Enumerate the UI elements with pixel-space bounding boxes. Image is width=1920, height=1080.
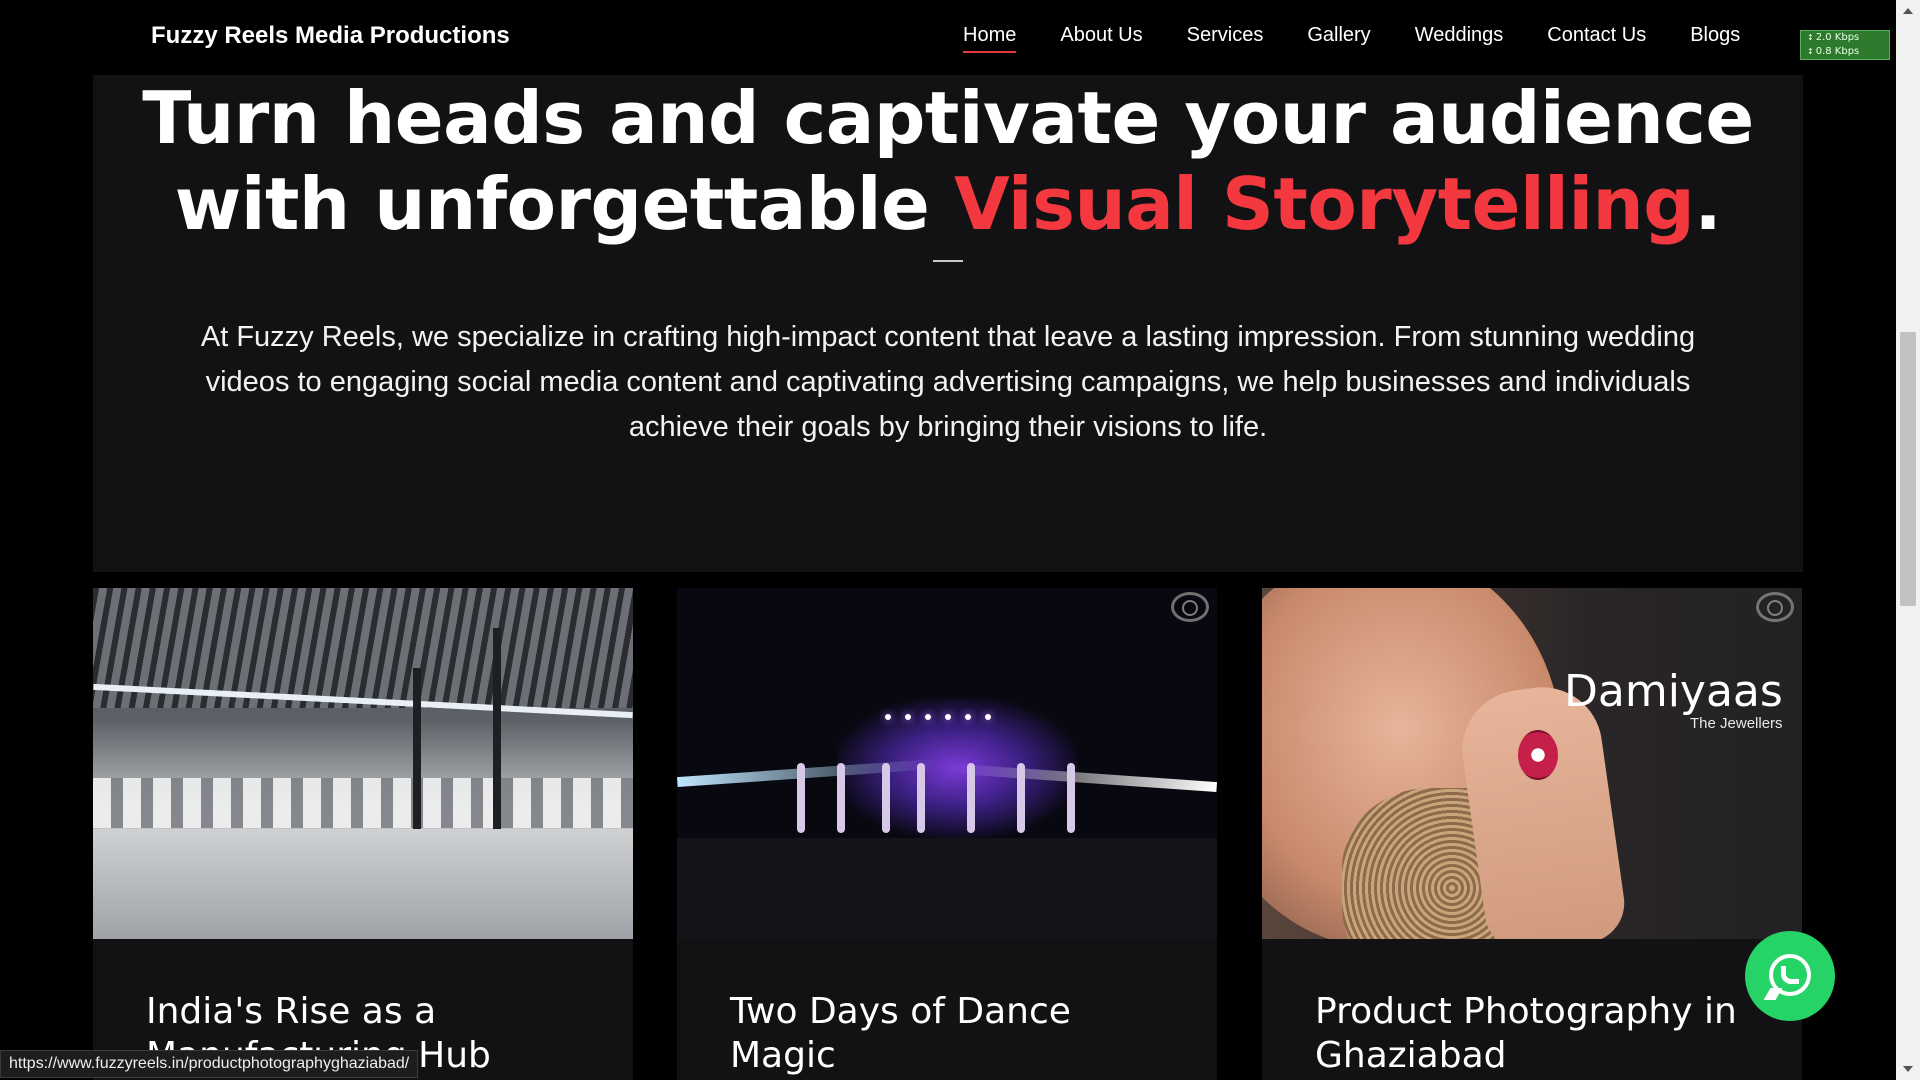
hero-title-period: . — [1694, 162, 1722, 246]
hero-title-accent: Visual Storytelling — [953, 162, 1695, 246]
hero-title: Turn heads and captivate your audience w… — [93, 75, 1803, 247]
hero-divider — [933, 260, 963, 262]
nav-link-blogs[interactable]: Blogs — [1690, 24, 1740, 53]
nav-links: Home About Us Services Gallery Weddings … — [963, 24, 1784, 53]
hero-section: Turn heads and captivate your audience w… — [93, 75, 1803, 572]
blog-card-title[interactable]: Product Photography in Ghaziabad — [1315, 990, 1755, 1078]
image-brand-text: Damiyaas — [1564, 666, 1783, 717]
scroll-up-arrow-icon[interactable] — [1903, 8, 1913, 14]
blog-card-title[interactable]: Two Days of Dance Magic — [730, 990, 1170, 1078]
site-brand[interactable]: Fuzzy Reels Media Productions — [151, 22, 510, 50]
hero-title-line-2: with unforgettable Visual Storytelling. — [93, 161, 1803, 247]
image-brand-subtext: The Jewellers — [1690, 715, 1783, 732]
blog-card-dance[interactable]: Two Days of Dance Magic — [677, 588, 1217, 1080]
phone-icon — [1781, 966, 1799, 984]
browser-status-url: https://www.fuzzyreels.in/productphotogr… — [0, 1050, 419, 1078]
network-speed-widget: 2.0 Kbps 0.8 Kbps — [1800, 30, 1890, 60]
nav-link-services[interactable]: Services — [1187, 24, 1264, 53]
top-navbar: Fuzzy Reels Media Productions Home About… — [0, 0, 1896, 75]
blog-card-image-dance[interactable] — [677, 588, 1217, 939]
nav-link-home[interactable]: Home — [963, 24, 1017, 53]
net-upload-speed: 0.8 Kbps — [1807, 45, 1889, 59]
page-scrollbar[interactable] — [1896, 0, 1920, 1080]
nav-link-gallery[interactable]: Gallery — [1307, 24, 1370, 53]
aperture-logo-icon — [1756, 592, 1794, 622]
blog-card-manufacturing[interactable]: India's Rise as a Manufacturing Hub — [93, 588, 633, 1080]
page-viewport: Fuzzy Reels Media Productions Home About… — [0, 0, 1896, 1080]
blog-card-image-jewellery[interactable]: Damiyaas The Jewellers — [1262, 588, 1802, 939]
hero-description: At Fuzzy Reels, we specialize in craftin… — [200, 321, 1696, 443]
nav-link-about-us[interactable]: About Us — [1060, 24, 1142, 53]
nav-link-weddings[interactable]: Weddings — [1415, 24, 1504, 53]
hero-title-line-2-text: with unforgettable — [174, 162, 954, 246]
whatsapp-chat-button[interactable] — [1745, 931, 1835, 1021]
blog-card-image-warehouse[interactable] — [93, 588, 633, 939]
hero-title-line-1: Turn heads and captivate your audience — [142, 76, 1754, 160]
aperture-logo-icon — [1171, 592, 1209, 622]
net-download-speed: 2.0 Kbps — [1807, 31, 1889, 45]
nav-link-contact-us[interactable]: Contact Us — [1547, 24, 1646, 53]
scrollbar-thumb[interactable] — [1900, 332, 1916, 606]
scroll-down-arrow-icon[interactable] — [1903, 1066, 1913, 1072]
blog-card-product-photography[interactable]: Damiyaas The Jewellers Product Photograp… — [1262, 588, 1802, 1080]
